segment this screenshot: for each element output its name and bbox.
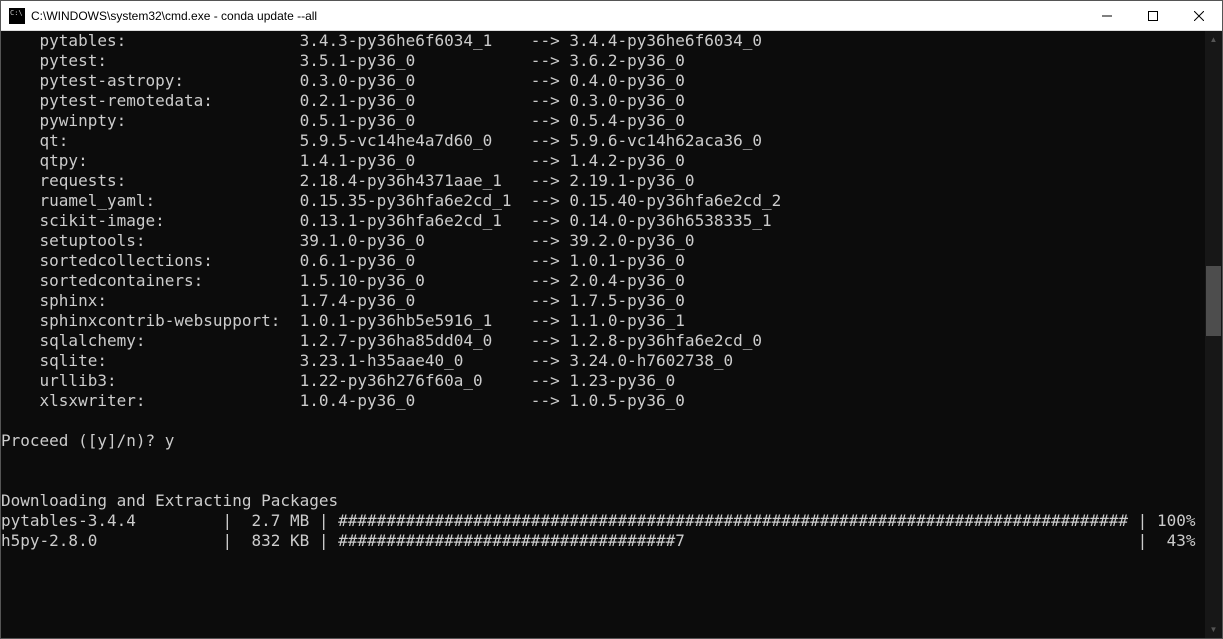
window-title: C:\WINDOWS\system32\cmd.exe - conda upda… <box>31 9 1084 23</box>
terminal-output[interactable]: pytables: 3.4.3-py36he6f6034_1 --> 3.4.4… <box>1 31 1205 638</box>
maximize-icon <box>1148 11 1158 21</box>
minimize-button[interactable] <box>1084 1 1130 30</box>
scroll-down-button[interactable]: ▼ <box>1205 621 1222 638</box>
terminal-area: pytables: 3.4.3-py36he6f6034_1 --> 3.4.4… <box>1 31 1222 638</box>
maximize-button[interactable] <box>1130 1 1176 30</box>
close-icon <box>1194 11 1204 21</box>
window-controls <box>1084 1 1222 30</box>
vertical-scrollbar[interactable]: ▲ ▼ <box>1205 31 1222 638</box>
minimize-icon <box>1102 11 1112 21</box>
scrollbar-track[interactable] <box>1205 48 1222 621</box>
cmd-window: C:\WINDOWS\system32\cmd.exe - conda upda… <box>0 0 1223 639</box>
scrollbar-thumb[interactable] <box>1206 266 1221 336</box>
scroll-up-button[interactable]: ▲ <box>1205 31 1222 48</box>
cmd-icon <box>9 8 25 24</box>
close-button[interactable] <box>1176 1 1222 30</box>
titlebar[interactable]: C:\WINDOWS\system32\cmd.exe - conda upda… <box>1 1 1222 31</box>
